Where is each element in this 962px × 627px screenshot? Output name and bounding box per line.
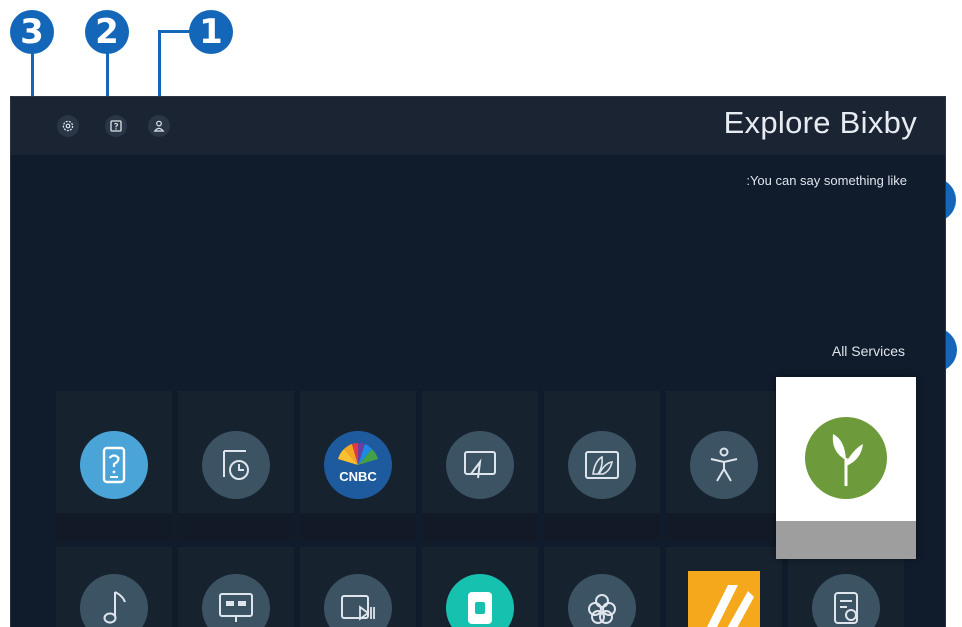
callout-2: 2 [85,10,129,54]
app-tile-timer[interactable] [178,391,294,541]
cnbc-label: CNBC [339,469,377,484]
orange-app-icon [688,571,760,627]
music-note-icon [80,574,148,627]
app-tile-ambient-picture[interactable] [544,391,660,541]
cnbc-logo: CNBC [324,431,392,499]
all-services-link[interactable]: All Services [832,343,905,359]
tile-caption [666,513,782,541]
screen-mirror-icon [446,431,514,499]
settings-icon[interactable] [57,115,79,137]
say-hint-text: :You can say something like [746,173,907,188]
tile-caption [776,521,916,559]
timer-icon [202,431,270,499]
ambient-picture-icon [568,431,636,499]
tile-caption [178,513,294,541]
document-icon [812,574,880,627]
app-tile-screen-mirror[interactable] [422,391,538,541]
app-tile-display[interactable] [178,547,294,627]
media-play-icon [324,574,392,627]
app-tile-accessibility[interactable] [666,391,782,541]
app-tile-orange[interactable] [666,547,782,627]
tile-caption [544,513,660,541]
display-icon [202,574,270,627]
app-tile-leaf-focused[interactable] [776,377,916,559]
account-icon[interactable] [148,115,170,137]
teal-app-icon [446,574,514,627]
callout-3: 3 [10,10,54,54]
callout-1: 1 [189,10,233,54]
app-tile-cnbc[interactable]: CNBC [300,391,416,541]
tile-caption [300,513,416,541]
tile-caption [422,513,538,541]
app-tile-document[interactable] [788,547,904,627]
leaf-app-icon [805,417,887,499]
tile-caption [56,513,172,541]
app-tile-flower[interactable] [544,547,660,627]
flower-icon [568,574,636,627]
app-tile-media-play[interactable] [300,547,416,627]
app-tile-teal[interactable] [422,547,538,627]
app-tile-music[interactable] [56,547,172,627]
callout-1-connector-h [158,30,190,33]
remote-help-icon [80,431,148,499]
help-icon[interactable] [105,115,127,137]
page-title: Explore Bixby [723,105,917,140]
app-tile-remote-help[interactable] [56,391,172,541]
accessibility-icon [690,431,758,499]
